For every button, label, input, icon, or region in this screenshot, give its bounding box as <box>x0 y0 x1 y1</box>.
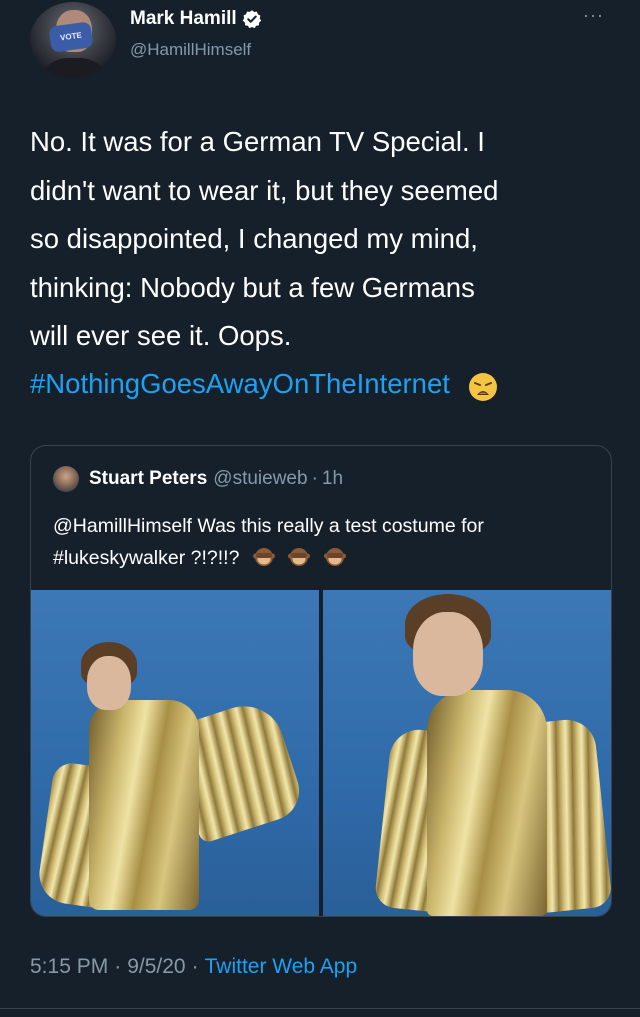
quoted-tweet-header: Stuart Peters @stuieweb · 1h <box>53 466 343 492</box>
tweet: VOTE Mark Hamill @HamillHimself ··· No. … <box>0 0 640 1017</box>
more-options-icon[interactable]: ··· <box>583 6 604 24</box>
costume-photo-left[interactable] <box>31 590 323 916</box>
verified-badge-icon <box>242 9 262 29</box>
photo-right-suit <box>427 690 547 916</box>
quoted-author-name[interactable]: Stuart Peters <box>89 468 207 490</box>
photo-left-face <box>87 656 131 710</box>
quoted-separator: · <box>311 468 318 489</box>
weary-face-icon <box>468 369 498 402</box>
hashtag-line: #NothingGoesAwayOnTheInternet <box>30 360 498 409</box>
photo-left-suit <box>89 700 199 910</box>
quoted-author-handle[interactable]: @stuieweb <box>213 468 307 490</box>
quoted-tweet-text: @HamillHimself Was this really a test co… <box>53 510 593 574</box>
author-name-text: Mark Hamill <box>130 8 237 29</box>
see-no-evil-monkey-icon <box>288 546 311 568</box>
tweet-source-link[interactable]: Twitter Web App <box>205 955 358 979</box>
quoted-media <box>31 590 611 916</box>
avatar-shirt <box>38 58 110 78</box>
see-no-evil-monkey-icon <box>323 546 346 568</box>
photo-right-face <box>413 612 483 696</box>
bottom-divider <box>0 1008 640 1009</box>
see-no-evil-monkey-icon <box>252 546 275 568</box>
tweet-date[interactable]: 9/5/20 <box>127 955 185 979</box>
timestamp-separator: · <box>191 955 199 978</box>
quoted-author-avatar[interactable] <box>53 466 79 492</box>
tweet-text: No. It was for a German TV Special. I di… <box>30 126 499 351</box>
hashtag-link[interactable]: #NothingGoesAwayOnTheInternet <box>30 360 450 409</box>
quoted-tweet-card[interactable]: Stuart Peters @stuieweb · 1h @HamillHims… <box>30 445 612 917</box>
tweet-time[interactable]: 5:15 PM <box>30 955 108 979</box>
quoted-time[interactable]: 1h <box>322 468 343 490</box>
author-avatar[interactable]: VOTE <box>30 2 116 78</box>
tweet-timestamp: 5:15 PM · 9/5/20 · Twitter Web App <box>30 955 357 979</box>
author-handle[interactable]: @HamillHimself <box>130 40 251 60</box>
costume-photo-right[interactable] <box>323 590 611 916</box>
author-display-name[interactable]: Mark Hamill <box>130 8 262 30</box>
timestamp-separator: · <box>114 955 122 978</box>
